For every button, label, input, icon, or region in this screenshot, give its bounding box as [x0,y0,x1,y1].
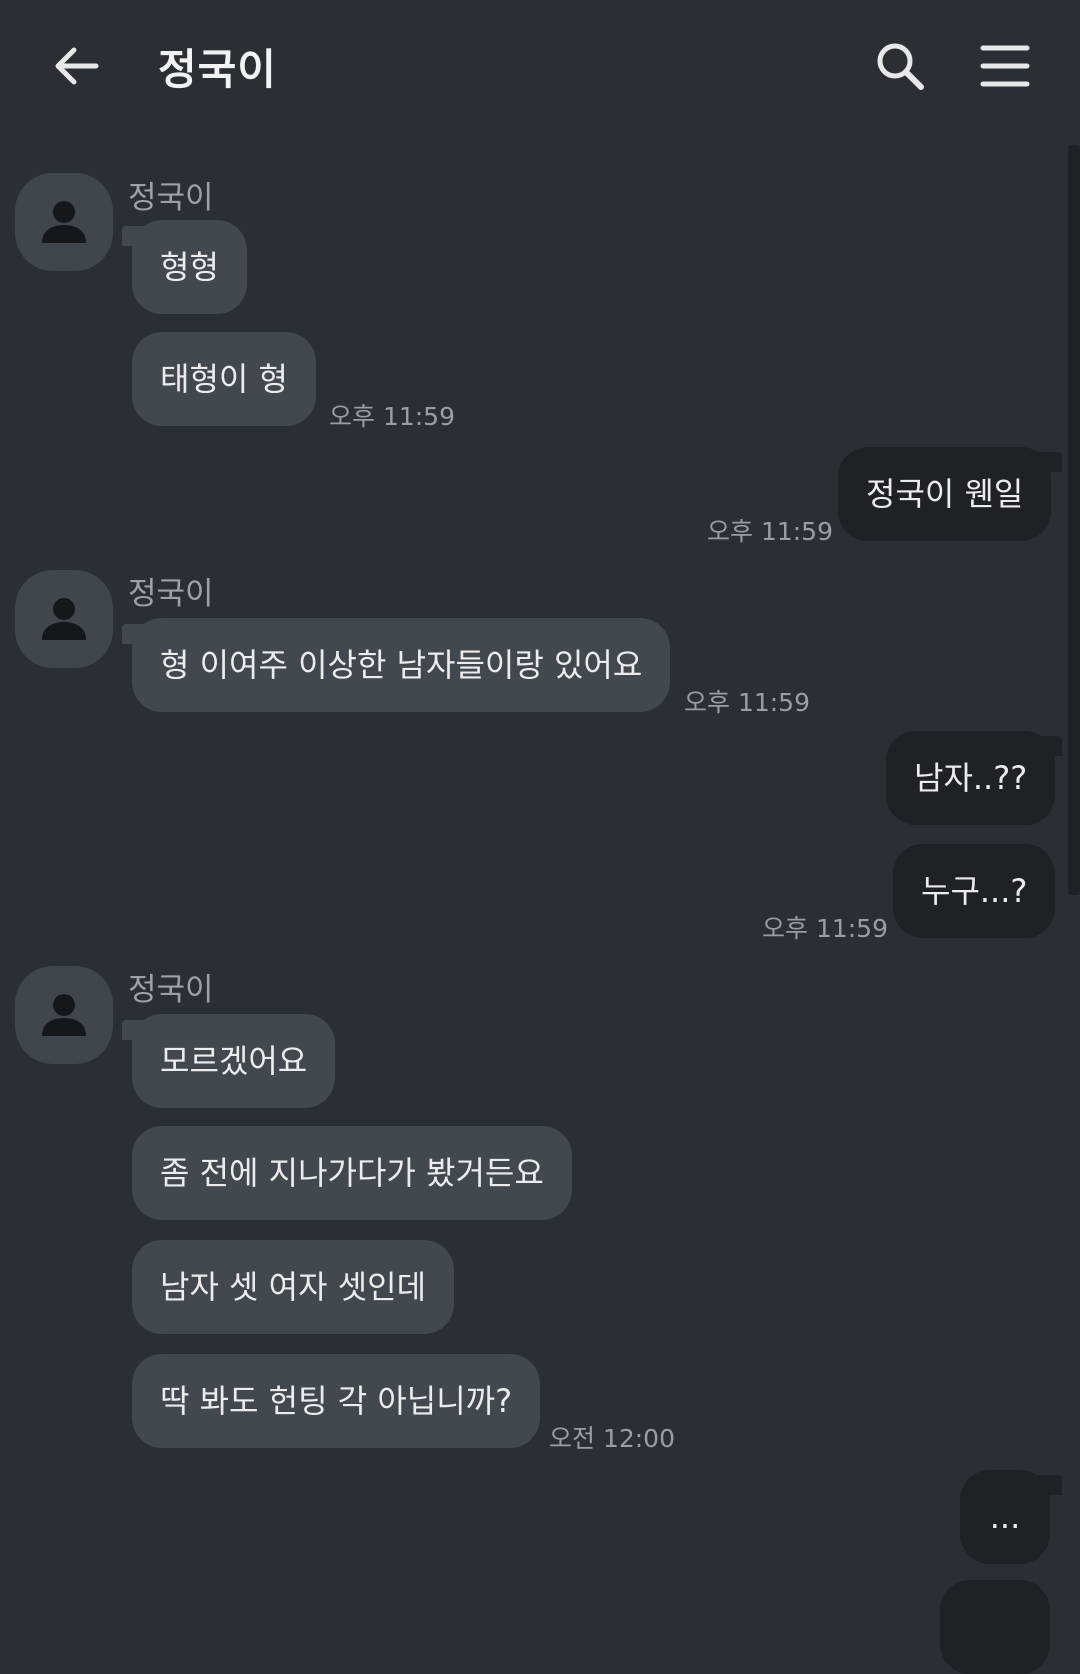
search-icon [877,43,924,90]
message-bubble[interactable]: 좀 전에 지나가다가 봤거든요 [132,1126,572,1220]
message-bubble[interactable]: 태형이 형 [132,332,316,426]
menu-button[interactable] [980,44,1030,88]
person-icon [42,598,86,640]
message-bubble-partial[interactable] [940,1580,1050,1674]
message-bubble[interactable]: ... [960,1470,1050,1564]
scrollbar[interactable] [1068,145,1080,895]
message-time: 오후 11:59 [684,688,810,717]
chat-title: 정국이 [158,45,277,94]
message-time: 오후 11:59 [762,914,888,943]
person-icon [42,201,86,243]
message-bubble[interactable]: 정국이 웬일 [838,447,1052,541]
sender-name: 정국이 [128,180,214,216]
message-bubble[interactable]: 형 이여주 이상한 남자들이랑 있어요 [132,618,671,712]
arrow-left-icon [55,47,99,85]
menu-icon [980,45,1030,87]
message-bubble[interactable]: 남자 셋 여자 셋인데 [132,1240,455,1334]
message-time: 오후 11:59 [707,517,833,546]
avatar[interactable] [15,173,113,271]
person-icon [42,994,86,1036]
message-time: 오전 12:00 [549,1424,675,1453]
sender-name: 정국이 [128,972,214,1008]
message-bubble[interactable]: 딱 봐도 헌팅 각 아닙니까? [132,1354,541,1448]
sender-name: 정국이 [128,576,214,612]
message-bubble[interactable]: 형형 [132,220,247,314]
message-bubble[interactable]: 모르겠어요 [132,1014,336,1108]
message-bubble[interactable]: 남자..?? [886,731,1056,825]
avatar[interactable] [15,570,113,668]
chat-header: 정국이 [0,0,1080,135]
search-button[interactable] [874,40,926,92]
avatar[interactable] [15,966,113,1064]
message-time: 오후 11:59 [329,402,455,431]
message-bubble[interactable]: 누구...? [893,844,1056,938]
back-button[interactable] [52,42,100,90]
